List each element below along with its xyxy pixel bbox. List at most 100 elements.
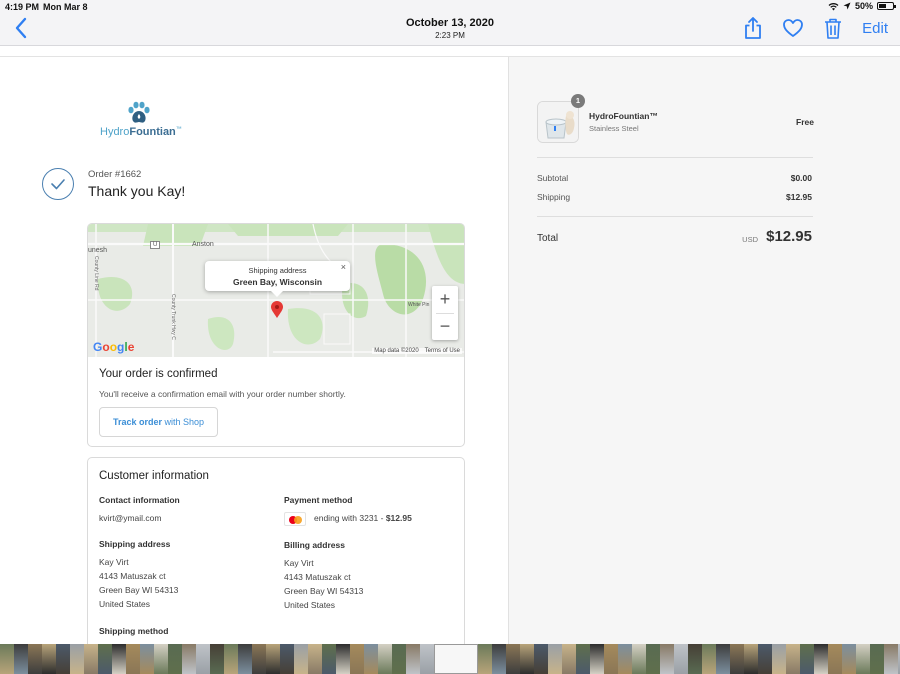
- photo-thumb[interactable]: [140, 644, 154, 674]
- photo-thumb[interactable]: [14, 644, 28, 674]
- photo-thumb[interactable]: [618, 644, 632, 674]
- product-name: HydroFountian™: [589, 111, 658, 121]
- photo-thumb[interactable]: [42, 644, 56, 674]
- location-icon: [843, 2, 851, 10]
- fountain-image: [538, 102, 578, 142]
- photo-thumb[interactable]: [56, 644, 70, 674]
- popup-label: Shipping address: [248, 266, 307, 275]
- photo-thumb[interactable]: [280, 644, 294, 674]
- heart-icon[interactable]: [782, 16, 804, 40]
- wifi-icon: [828, 2, 839, 10]
- photo-thumb[interactable]: [800, 644, 814, 674]
- photo-thumb[interactable]: [378, 644, 392, 674]
- photo-thumb[interactable]: [70, 644, 84, 674]
- photo-thumb[interactable]: [660, 644, 674, 674]
- photo-thumb[interactable]: [772, 644, 786, 674]
- shipping-map[interactable]: unesh Anston U White Pin County Line Rd …: [88, 224, 464, 357]
- photo-thumb[interactable]: [520, 644, 534, 674]
- photo-thumb[interactable]: [294, 644, 308, 674]
- photo-thumb[interactable]: [870, 644, 884, 674]
- shipping-line: Green Bay WI 54313: [99, 585, 179, 595]
- shipping-line: United States: [99, 599, 151, 609]
- photo-thumb[interactable]: [224, 644, 238, 674]
- photo-thumb[interactable]: [758, 644, 772, 674]
- popup-close-button[interactable]: ×: [341, 262, 346, 272]
- shipping-address-lines: Kay Virt 4143 Matuszak ct Green Bay WI 5…: [99, 555, 178, 611]
- track-order-button[interactable]: Track order with Shop: [99, 407, 218, 437]
- photo-thumb[interactable]: [98, 644, 112, 674]
- product-thumbnail: [537, 101, 579, 143]
- shipping-label: Shipping: [537, 192, 571, 202]
- photo-thumb[interactable]: [842, 644, 856, 674]
- photo-thumb[interactable]: [364, 644, 378, 674]
- photo-thumb[interactable]: [126, 644, 140, 674]
- photo-thumb[interactable]: [0, 644, 14, 674]
- total-label: Total: [537, 233, 559, 244]
- photo-thumb[interactable]: [84, 644, 98, 674]
- photo-thumb[interactable]: [406, 644, 420, 674]
- photo-thumb[interactable]: [702, 644, 716, 674]
- photo-thumb[interactable]: [576, 644, 590, 674]
- logo-text-second: Fountian: [129, 126, 176, 138]
- photo-thumb[interactable]: [786, 644, 800, 674]
- billing-line: Kay Virt: [284, 558, 314, 568]
- zoom-out-button[interactable]: −: [432, 313, 458, 340]
- photo-thumb[interactable]: [350, 644, 364, 674]
- popup-city: Green Bay, Wisconsin: [232, 277, 323, 287]
- selected-photo-thumb[interactable]: [434, 644, 478, 674]
- thank-you-heading: Thank you Kay!: [88, 183, 186, 199]
- photo-thumb[interactable]: [856, 644, 870, 674]
- photo-thumb[interactable]: [646, 644, 660, 674]
- photo-thumb[interactable]: [548, 644, 562, 674]
- photo-thumb[interactable]: [562, 644, 576, 674]
- photo-thumb[interactable]: [196, 644, 210, 674]
- photo-thumb[interactable]: [392, 644, 406, 674]
- photo-thumb[interactable]: [716, 644, 730, 674]
- summary-divider: [537, 157, 813, 158]
- photo-thumb[interactable]: [308, 644, 322, 674]
- photo-thumb[interactable]: [238, 644, 252, 674]
- zoom-in-button[interactable]: +: [432, 286, 458, 313]
- trash-icon[interactable]: [822, 16, 844, 40]
- photo-thumb[interactable]: [112, 644, 126, 674]
- edit-button[interactable]: Edit: [862, 20, 888, 37]
- photo-thumb[interactable]: [168, 644, 182, 674]
- map-pin-icon[interactable]: [270, 301, 284, 319]
- photo-thumb[interactable]: [210, 644, 224, 674]
- photo-thumb[interactable]: [884, 644, 898, 674]
- billing-line: 4143 Matuszak ct: [284, 572, 351, 582]
- photo-thumb[interactable]: [828, 644, 842, 674]
- payment-card-ending: ending with 3231 -: [314, 513, 386, 523]
- confirmation-title: Your order is confirmed: [99, 368, 218, 380]
- photo-thumb[interactable]: [322, 644, 336, 674]
- photo-thumb[interactable]: [252, 644, 266, 674]
- checkmark-icon: [51, 179, 65, 190]
- photo-thumb[interactable]: [632, 644, 646, 674]
- quantity-badge: 1: [571, 94, 585, 108]
- photo-thumb[interactable]: [744, 644, 758, 674]
- nav-actions: Edit: [742, 16, 888, 40]
- map-terms-link[interactable]: Terms of Use: [425, 348, 460, 354]
- photo-thumb[interactable]: [604, 644, 618, 674]
- photo-thumb[interactable]: [492, 644, 506, 674]
- photo-thumb[interactable]: [182, 644, 196, 674]
- photo-thumb[interactable]: [674, 644, 688, 674]
- photo-thumb[interactable]: [506, 644, 520, 674]
- photo-thumb[interactable]: [688, 644, 702, 674]
- payment-details: ending with 3231 - $12.95: [314, 511, 412, 525]
- photo-thumb[interactable]: [336, 644, 350, 674]
- photo-thumb[interactable]: [730, 644, 744, 674]
- status-right: 50%: [828, 1, 896, 11]
- order-check-circle: [42, 168, 74, 200]
- photo-thumb[interactable]: [154, 644, 168, 674]
- photo-thumb[interactable]: [590, 644, 604, 674]
- photo-thumb[interactable]: [534, 644, 548, 674]
- photo-thumb[interactable]: [478, 644, 492, 674]
- share-icon[interactable]: [742, 16, 764, 40]
- photo-thumb[interactable]: [420, 644, 434, 674]
- product-price: Free: [796, 117, 814, 127]
- photo-thumb[interactable]: [814, 644, 828, 674]
- photo-thumb[interactable]: [28, 644, 42, 674]
- photo-thumbnail-strip[interactable]: [0, 644, 900, 674]
- photo-thumb[interactable]: [266, 644, 280, 674]
